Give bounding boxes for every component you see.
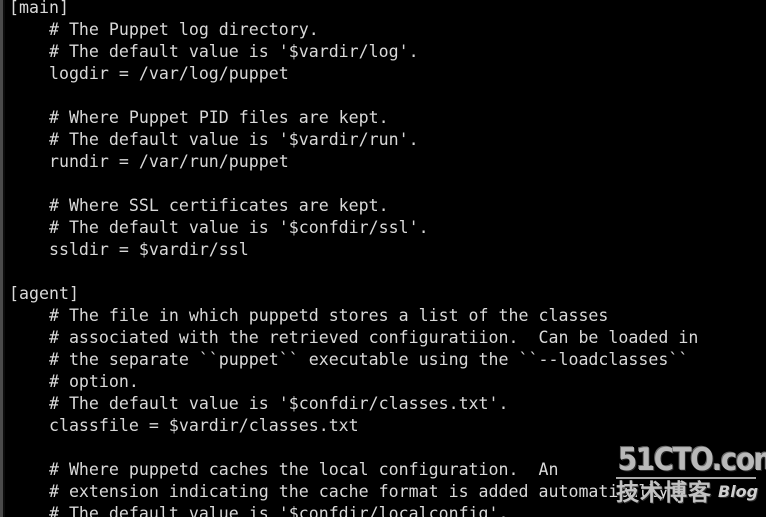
- terminal-line: classfile = $vardir/classes.txt: [9, 416, 359, 435]
- terminal-line: # The Puppet log directory.: [9, 20, 319, 39]
- terminal-line: rundir = /var/run/puppet: [9, 152, 289, 171]
- terminal-line: logdir = /var/log/puppet: [9, 64, 289, 83]
- terminal-line: # the separate ``puppet`` executable usi…: [9, 350, 689, 369]
- terminal-line: # Where puppetd caches the local configu…: [9, 460, 559, 479]
- terminal-line: # extension indicating the cache format …: [9, 482, 679, 501]
- terminal-line: # associated with the retrieved configur…: [9, 328, 699, 347]
- terminal-line: ssldir = $vardir/ssl: [9, 240, 249, 259]
- terminal-line: # The default value is '$vardir/log'.: [9, 42, 419, 61]
- terminal-line: # The default value is '$confdir/classes…: [9, 394, 509, 413]
- terminal-window[interactable]: [main] # The Puppet log directory. # The…: [0, 0, 766, 517]
- terminal-text-area[interactable]: [main] # The Puppet log directory. # The…: [0, 0, 766, 517]
- terminal-left-border-inner: [3, 0, 5, 517]
- terminal-line: # Where Puppet PID files are kept.: [9, 108, 389, 127]
- terminal-line: # The file in which puppetd stores a lis…: [9, 306, 609, 325]
- terminal-line: # The default value is '$vardir/run'.: [9, 130, 419, 149]
- terminal-line: # Where SSL certificates are kept.: [9, 196, 389, 215]
- terminal-line: # The default value is '$confdir/localco…: [9, 504, 509, 517]
- terminal-line: # option.: [9, 372, 139, 391]
- terminal-line: [main]: [9, 0, 69, 17]
- terminal-line: [agent]: [9, 284, 79, 303]
- terminal-line: # The default value is '$confdir/ssl'.: [9, 218, 429, 237]
